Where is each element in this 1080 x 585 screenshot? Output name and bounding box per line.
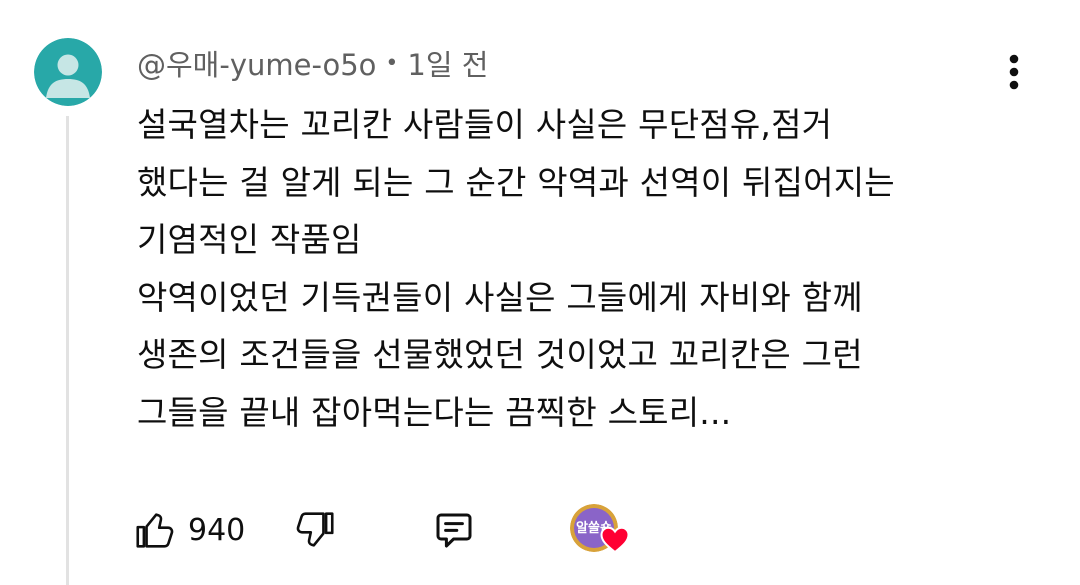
comment-line: 기염적인 작품임: [137, 220, 362, 259]
more-vertical-icon: [1009, 54, 1019, 90]
comment-icon: [436, 513, 472, 548]
meta-separator: •: [385, 50, 399, 76]
comment-time[interactable]: 1일 전: [407, 42, 488, 84]
default-avatar-icon: [34, 38, 102, 106]
user-avatar[interactable]: [34, 38, 102, 106]
like-button[interactable]: 940: [132, 500, 245, 560]
like-count: 940: [188, 512, 246, 548]
comment-line: 생존의 조건들을 선물했었던 것이었고 꼬리칸은 그런: [137, 335, 863, 374]
comment-line: 했다는 걸 알게 되는 그 순간 악역과 선역이 뒤집어지는: [137, 162, 895, 202]
comment-line: 설국열차는 꼬리칸 사람들이 사실은 무단점유,점거: [137, 105, 833, 144]
dislike-button[interactable]: [292, 500, 338, 560]
thumbs-down-icon: [296, 512, 334, 547]
comment-line: 그들을 끝내 잡아먹는다는 끔찍한 스토리...: [137, 392, 732, 432]
author-name[interactable]: @우매-yume-o5o: [137, 42, 376, 84]
thread-line: [66, 116, 69, 585]
comment-line: 악역이었던 기득권들이 사실은 그들에게 자비와 함께: [137, 277, 863, 317]
thumbs-up-icon: [136, 513, 174, 548]
comment-actions: 940 알쓸숍: [132, 500, 692, 560]
comment-header: @우매-yume-o5o • 1일 전: [137, 40, 488, 86]
more-options-button[interactable]: [994, 50, 1034, 94]
reply-button[interactable]: [430, 500, 478, 560]
heart-icon: [600, 526, 630, 554]
comment-text: 설국열차는 꼬리칸 사람들이 사실은 무단점유,점거 했다는 걸 알게 되는 그…: [137, 96, 1037, 441]
creator-heart: 알쓸숍: [570, 500, 632, 560]
